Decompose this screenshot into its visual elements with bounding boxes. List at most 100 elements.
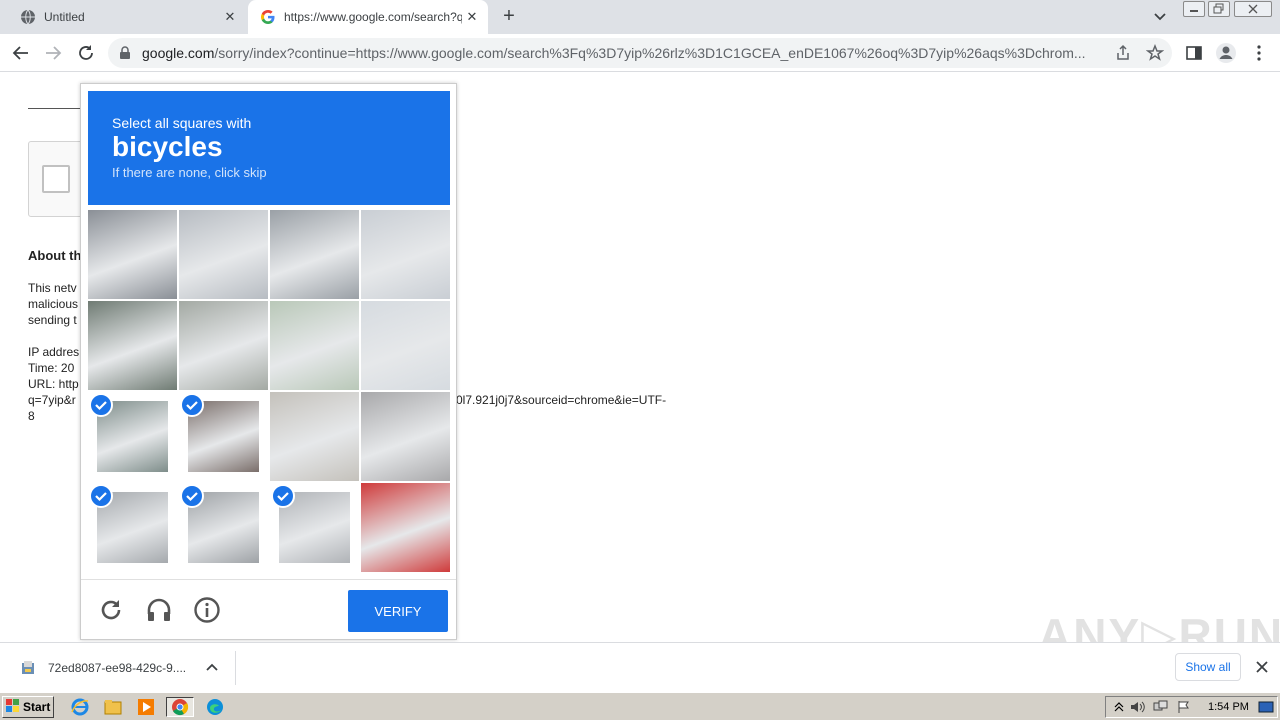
- reload-icon[interactable]: [75, 42, 97, 64]
- body-line: This netv: [28, 281, 77, 295]
- file-icon: [20, 660, 36, 676]
- refresh-icon[interactable]: [97, 596, 125, 624]
- headphones-icon[interactable]: [145, 596, 173, 624]
- minimize-button[interactable]: [1183, 1, 1205, 17]
- download-shelf: 72ed8087-ee98-429c-9.... Show all: [0, 642, 1280, 692]
- tab-title: Untitled: [44, 10, 85, 24]
- body-line: malicious: [28, 297, 79, 311]
- captcha-instruction: Select all squares with: [112, 115, 252, 131]
- captcha-footer: VERIFY: [81, 579, 456, 639]
- close-window-button[interactable]: [1234, 1, 1272, 17]
- share-icon[interactable]: [1112, 42, 1134, 64]
- download-filename: 72ed8087-ee98-429c-9....: [48, 661, 187, 675]
- taskbar: Start 1:54 PM: [0, 692, 1280, 720]
- download-item[interactable]: 72ed8087-ee98-429c-9....: [14, 651, 236, 685]
- captcha-tile-image: [270, 392, 359, 481]
- system-tray: 1:54 PM: [1105, 696, 1278, 718]
- ip-line: IP addres: [28, 345, 80, 359]
- info-icon[interactable]: [193, 596, 221, 624]
- captcha-tile[interactable]: [361, 392, 450, 481]
- captcha-hint: If there are none, click skip: [112, 165, 267, 180]
- recaptcha-checkbox[interactable]: [42, 165, 70, 193]
- edge-icon[interactable]: [205, 697, 225, 717]
- captcha-tile[interactable]: [179, 392, 268, 481]
- menu-icon[interactable]: [1248, 42, 1270, 64]
- lock-icon[interactable]: [118, 46, 132, 60]
- tab-strip: Untitled ✕ https://www.google.com/search…: [0, 0, 1280, 34]
- captcha-tile[interactable]: [270, 483, 359, 572]
- speaker-icon[interactable]: [1128, 697, 1148, 717]
- captcha-grid: [88, 210, 450, 572]
- checkmark-icon: [89, 484, 113, 508]
- close-icon[interactable]: ✕: [462, 7, 482, 27]
- captcha-tile[interactable]: [361, 483, 450, 572]
- captcha-tile[interactable]: [179, 483, 268, 572]
- captcha-tile-image: [88, 210, 177, 299]
- media-icon[interactable]: [136, 697, 156, 717]
- captcha-header: Select all squares with bicycles If ther…: [88, 91, 450, 205]
- captcha-tile-image: [361, 210, 450, 299]
- desktop-icon[interactable]: [1256, 697, 1276, 717]
- chevron-down-icon[interactable]: [1150, 8, 1170, 26]
- side-panel-icon[interactable]: [1183, 42, 1205, 64]
- start-label: Start: [23, 700, 51, 714]
- url-last: 8: [28, 409, 35, 423]
- recaptcha-widget: [28, 141, 88, 217]
- about-heading: About th: [28, 248, 82, 263]
- captcha-tile[interactable]: [179, 301, 268, 390]
- checkmark-icon: [180, 393, 204, 417]
- checkmark-icon: [271, 484, 295, 508]
- profile-icon[interactable]: [1215, 42, 1237, 64]
- captcha-tile[interactable]: [270, 301, 359, 390]
- tab-title: https://www.google.com/search?q=: [284, 10, 462, 24]
- captcha-tile-image: [179, 301, 268, 390]
- google-g-icon: [260, 9, 276, 25]
- url-wrap-start: q=7yip&r: [28, 393, 76, 407]
- forward-icon[interactable]: [42, 42, 64, 64]
- checkmark-icon: [89, 393, 113, 417]
- close-icon[interactable]: [1254, 659, 1270, 675]
- back-icon[interactable]: [10, 42, 32, 64]
- clock: 1:54 PM: [1208, 701, 1249, 713]
- captcha-tile[interactable]: [88, 392, 177, 481]
- captcha-tile[interactable]: [361, 301, 450, 390]
- captcha-tile-image: [179, 210, 268, 299]
- captcha-tile-image: [270, 210, 359, 299]
- plus-icon[interactable]: +: [498, 6, 520, 27]
- network-icon[interactable]: [1151, 697, 1171, 717]
- captcha-tile[interactable]: [270, 392, 359, 481]
- captcha-tile-image: [361, 392, 450, 481]
- address-bar[interactable]: google.com/sorry/index?continue=https://…: [108, 38, 1172, 68]
- chrome-icon[interactable]: [166, 697, 194, 717]
- chevron-up-icon[interactable]: [204, 660, 220, 676]
- folder-icon[interactable]: [103, 697, 123, 717]
- captcha-tile[interactable]: [88, 210, 177, 299]
- tab-google-search[interactable]: https://www.google.com/search?q= ✕: [248, 0, 488, 34]
- captcha-challenge: Select all squares with bicycles If ther…: [80, 83, 457, 640]
- captcha-tile[interactable]: [270, 210, 359, 299]
- tab-untitled[interactable]: Untitled ✕: [8, 0, 246, 34]
- captcha-tile[interactable]: [88, 301, 177, 390]
- body-line: sending t: [28, 313, 77, 327]
- windows-flag-icon: [6, 698, 20, 716]
- captcha-tile[interactable]: [88, 483, 177, 572]
- star-icon[interactable]: [1144, 42, 1166, 64]
- flag-icon[interactable]: [1174, 697, 1194, 717]
- browser-toolbar: google.com/sorry/index?continue=https://…: [0, 34, 1280, 72]
- captcha-tile[interactable]: [361, 210, 450, 299]
- show-all-button[interactable]: Show all: [1175, 653, 1241, 681]
- checkmark-icon: [180, 484, 204, 508]
- page-divider: [28, 108, 80, 109]
- captcha-tile[interactable]: [179, 210, 268, 299]
- verify-button[interactable]: VERIFY: [348, 590, 448, 632]
- restore-button[interactable]: [1208, 1, 1230, 17]
- start-button[interactable]: Start: [2, 696, 54, 718]
- url-text: google.com/sorry/index?continue=https://…: [142, 45, 1086, 61]
- ie-icon[interactable]: [70, 697, 90, 717]
- chevron-up-icon[interactable]: [1109, 697, 1129, 717]
- url-wrap-end: 0l7.921j0j7&sourceid=chrome&ie=UTF-: [456, 393, 667, 407]
- captcha-tile-image: [361, 483, 450, 572]
- url-line: URL: http: [28, 377, 79, 391]
- globe-icon: [20, 9, 36, 25]
- close-icon[interactable]: ✕: [220, 7, 240, 27]
